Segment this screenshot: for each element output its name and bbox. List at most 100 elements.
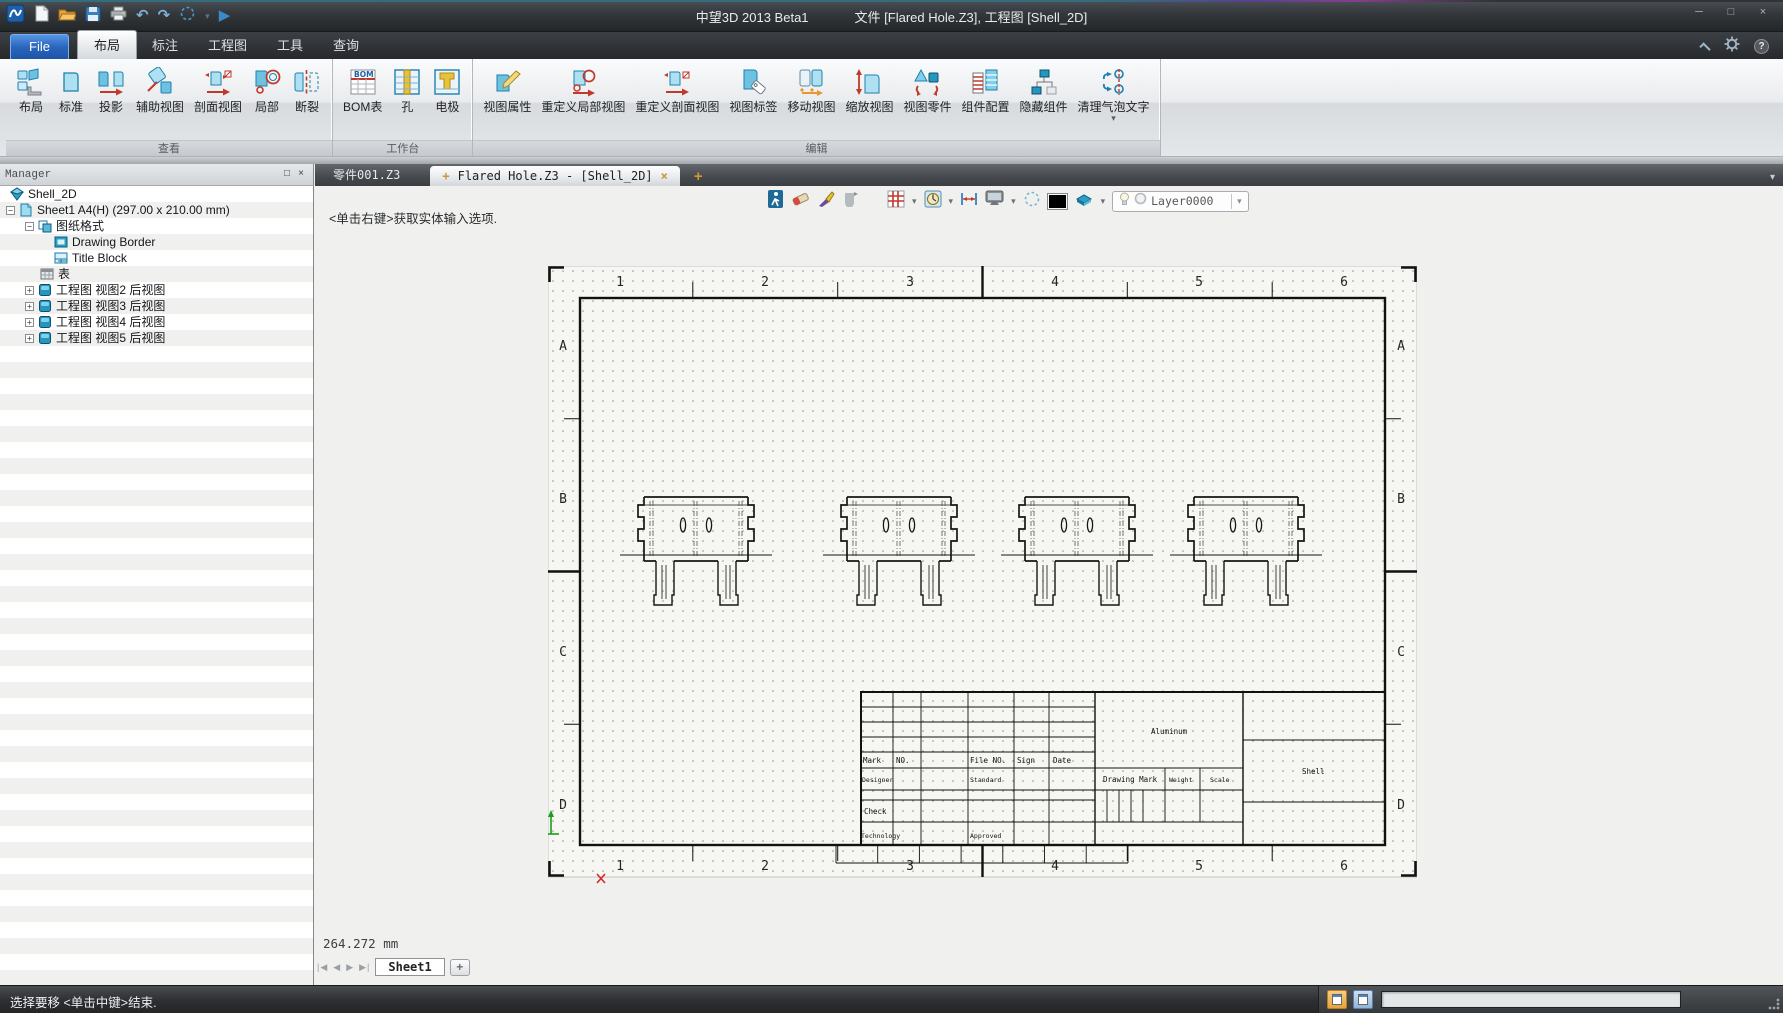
ribbon-button-detail-view[interactable]: 局部 <box>247 62 287 114</box>
ribbon-button-bom-table[interactable]: BOM BOM表 <box>338 62 387 114</box>
ribbon-button-electrode[interactable]: 电极 <box>427 62 467 114</box>
drawing-sheet[interactable]: 1 2 3 4 5 6 1 2 3 4 5 6 A B C D A B C D <box>548 266 1417 891</box>
expand-expander-icon[interactable]: + <box>25 318 34 327</box>
tab-annotate[interactable]: 标注 <box>137 31 193 59</box>
tree-item-sheet-format[interactable]: − 图纸格式 <box>0 218 313 234</box>
next-sheet-icon[interactable]: ▶ <box>346 962 354 973</box>
expand-expander-icon[interactable]: + <box>25 302 34 311</box>
tree-item-table[interactable]: 表 <box>0 266 313 282</box>
layer-selector[interactable]: Layer0000 ▾ <box>1112 191 1249 212</box>
clean-balloon-dropdown-icon[interactable]: ▾ <box>1111 114 1116 123</box>
grid-dropdown-icon[interactable]: ▾ <box>912 196 917 207</box>
expand-expander-icon[interactable]: + <box>25 334 34 343</box>
paintbrush-icon[interactable] <box>817 190 836 213</box>
tab-file[interactable]: File <box>10 34 69 59</box>
expand-expander-icon[interactable]: + <box>25 286 34 295</box>
print-icon[interactable] <box>110 6 127 26</box>
ribbon-button-projection[interactable]: 投影 <box>91 62 131 114</box>
open-file-icon[interactable] <box>58 6 76 26</box>
ribbon-button-clean-balloon-text[interactable]: 清理气泡文字 ▾ <box>1073 62 1155 123</box>
rotate-view-icon[interactable] <box>179 5 196 27</box>
dimension-toggle-icon[interactable] <box>960 191 978 212</box>
ribbon-button-redefine-detail-view[interactable]: 重定义局部视图 <box>536 62 630 114</box>
tree-item-view2[interactable]: + 工程图 视图2 后视图 <box>0 282 313 298</box>
table-icon <box>40 267 54 281</box>
ribbon-button-broken-view[interactable]: 断裂 <box>287 62 327 114</box>
display-mode-icon[interactable] <box>985 190 1004 212</box>
ribbon-button-layout[interactable]: 布局 <box>11 62 51 114</box>
prev-sheet-icon[interactable]: ◀ <box>333 962 341 973</box>
ribbon-button-auxiliary-view[interactable]: 辅助视图 <box>131 62 189 114</box>
tab-close-icon[interactable]: × <box>661 169 668 183</box>
tab-drawing[interactable]: 工程图 <box>193 31 262 59</box>
drawing-canvas[interactable]: <单击右键>获取实体输入选项. ▾ ▾ ▾ ▾ Layer0000 ▾ <box>315 186 1783 985</box>
ribbon-button-section-view[interactable]: 剖面视图 <box>189 62 247 114</box>
last-sheet-icon[interactable]: ▶| <box>359 962 370 973</box>
manager-close-button[interactable]: × <box>294 168 308 181</box>
tab-inquire[interactable]: 查询 <box>318 31 374 59</box>
layer-box-dropdown-icon[interactable]: ▾ <box>1101 196 1106 207</box>
ribbon-button-view-label[interactable]: 视图标签 <box>724 62 782 114</box>
grid-toggle-icon[interactable] <box>887 190 905 213</box>
doc-tab-flared-hole[interactable]: + Flared Hole.Z3 - [Shell_2D] × <box>430 166 680 186</box>
new-file-icon[interactable] <box>34 5 49 27</box>
layer-dropdown-icon[interactable]: ▾ <box>1231 194 1246 209</box>
redo-icon[interactable]: ↷ <box>158 8 171 24</box>
sheet-tab-sheet1[interactable]: Sheet1 <box>375 958 444 976</box>
tab-layout[interactable]: 布局 <box>77 30 137 59</box>
ribbon-button-move-view[interactable]: 移动视图 <box>782 62 840 114</box>
undo-icon[interactable]: ↶ <box>136 8 149 24</box>
doc-tab-part001[interactable]: 零件001.Z3 <box>315 163 418 186</box>
collapse-ribbon-icon[interactable] <box>1699 42 1710 53</box>
tree-item-view4[interactable]: + 工程图 视图4 后视图 <box>0 314 313 330</box>
hide-component-icon <box>1029 64 1059 100</box>
ribbon-button-view-attributes[interactable]: 视图属性 <box>478 62 536 114</box>
snap-dropdown-icon[interactable]: ▾ <box>949 196 954 207</box>
ribbon-button-component-config[interactable]: 组件配置 <box>956 62 1014 114</box>
first-sheet-icon[interactable]: |◀ <box>317 962 328 973</box>
tab-tools[interactable]: 工具 <box>262 31 318 59</box>
ribbon-shadow-strip <box>0 157 1783 164</box>
eraser-icon[interactable] <box>791 190 810 212</box>
ribbon-button-hole[interactable]: 孔 <box>387 62 427 114</box>
minimize-button[interactable]: ─ <box>1685 4 1713 22</box>
ribbon-button-scale-view[interactable]: 缩放视图 <box>840 62 898 114</box>
close-button[interactable]: × <box>1749 4 1777 22</box>
gear-icon[interactable] <box>1724 36 1740 57</box>
tree-item-view3[interactable]: + 工程图 视图3 后视图 <box>0 298 313 314</box>
color-swatch[interactable] <box>1048 194 1067 209</box>
snap-settings-icon[interactable] <box>924 190 942 213</box>
tree-item-shell2d[interactable]: Shell_2D <box>0 186 313 202</box>
ribbon-button-standard[interactable]: 标准 <box>51 62 91 114</box>
input-prompt: <单击右键>获取实体输入选项. <box>329 208 497 227</box>
play-icon[interactable]: ▶ <box>219 8 231 24</box>
display-dropdown-icon[interactable]: ▾ <box>1011 196 1016 207</box>
ribbon-button-hide-component[interactable]: 隐藏组件 <box>1015 62 1073 114</box>
save-icon[interactable] <box>85 6 101 27</box>
toggle-output-panel-icon[interactable] <box>1353 990 1373 1009</box>
tabstrip-overflow-icon[interactable]: ▾ <box>1770 172 1775 183</box>
wireframe-circle-icon[interactable] <box>1023 190 1041 213</box>
filter-icon[interactable] <box>843 190 859 212</box>
add-sheet-button[interactable]: + <box>450 959 470 976</box>
manager-panel-title: Manager <box>5 169 280 181</box>
help-icon[interactable]: ? <box>1754 39 1769 54</box>
qat-dropdown-icon[interactable]: ▾ <box>205 11 210 22</box>
new-tab-button[interactable]: + <box>694 169 703 184</box>
resize-grip[interactable] <box>1768 998 1780 1010</box>
tree-item-sheet1[interactable]: − Sheet1 A4(H) (297.00 x 210.00 mm) <box>0 202 313 218</box>
ribbon-button-redefine-section-view[interactable]: 重定义剖面视图 <box>630 62 724 114</box>
ribbon-button-view-part[interactable]: 视图零件 <box>898 62 956 114</box>
tree-item-view5[interactable]: + 工程图 视图5 后视图 <box>0 330 313 346</box>
collapse-expander-icon[interactable]: − <box>25 222 34 231</box>
collapse-expander-icon[interactable]: − <box>6 206 15 215</box>
maximize-button[interactable]: □ <box>1717 4 1745 22</box>
manager-restore-button[interactable]: □ <box>280 168 294 181</box>
layer-box-icon[interactable] <box>1074 191 1094 212</box>
tree-item-drawing-border[interactable]: Drawing Border <box>0 234 313 250</box>
component-config-icon <box>970 64 1000 100</box>
regen-views-icon[interactable] <box>767 189 784 214</box>
ribbon-group-edit: 视图属性 重定义局部视图 重定义剖面视图 视图标签 移动视图 <box>473 59 1160 156</box>
tree-item-title-block[interactable]: Title Block <box>0 250 313 266</box>
toggle-manager-panel-icon[interactable] <box>1327 990 1347 1009</box>
